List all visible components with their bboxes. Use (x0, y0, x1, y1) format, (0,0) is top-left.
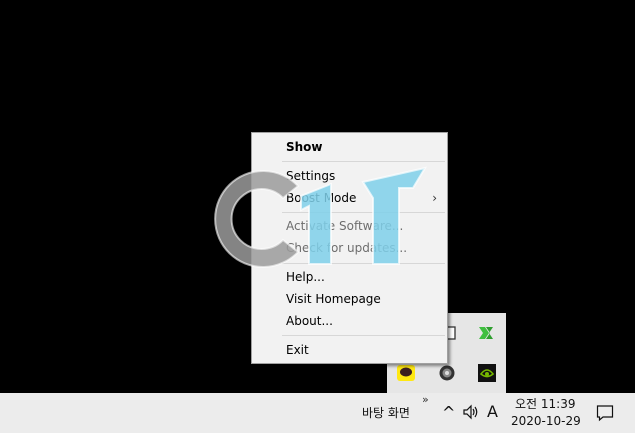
menu-item-about[interactable]: About... (252, 310, 447, 332)
menu-item-show[interactable]: Show (252, 136, 447, 158)
menu-separator (282, 161, 445, 162)
menu-separator (282, 212, 445, 213)
disc-icon[interactable] (437, 363, 457, 383)
menu-item-help[interactable]: Help... (252, 266, 447, 288)
hash-green-icon[interactable] (476, 323, 496, 343)
tray-context-menu: Show Settings Boost Mode › Activate Soft… (251, 132, 448, 364)
show-hidden-toolbar-icon[interactable]: » (422, 393, 429, 406)
menu-separator (282, 263, 445, 264)
clock-date[interactable]: 2020-10-29 (511, 414, 581, 428)
nvidia-share-icon[interactable] (477, 363, 497, 383)
menu-item-exit[interactable]: Exit (252, 339, 447, 361)
kakaotalk-icon[interactable] (396, 363, 416, 383)
menu-item-check-for-updates: Check for updates... (286, 241, 408, 255)
input-indicator[interactable]: A (487, 402, 498, 421)
volume-icon[interactable] (462, 403, 480, 425)
menu-item-boost-mode[interactable]: Boost Mode › (252, 187, 447, 209)
menu-item-activate-software: Activate Software... (286, 219, 404, 233)
tray-chevron-icon[interactable]: ^ (442, 403, 455, 422)
taskbar: 바탕 화면 » ^ A 오전 11:39 2020-10-29 (0, 393, 635, 433)
desktop-toolbar-label[interactable]: 바탕 화면 (362, 404, 410, 421)
clock-time[interactable]: 오전 11:39 (515, 395, 575, 412)
chevron-right-icon: › (432, 191, 437, 205)
notification-icon[interactable] (596, 404, 614, 426)
menu-item-visit-homepage[interactable]: Visit Homepage (252, 288, 447, 310)
menu-item-settings[interactable]: Settings (252, 165, 447, 187)
menu-separator (282, 335, 445, 336)
